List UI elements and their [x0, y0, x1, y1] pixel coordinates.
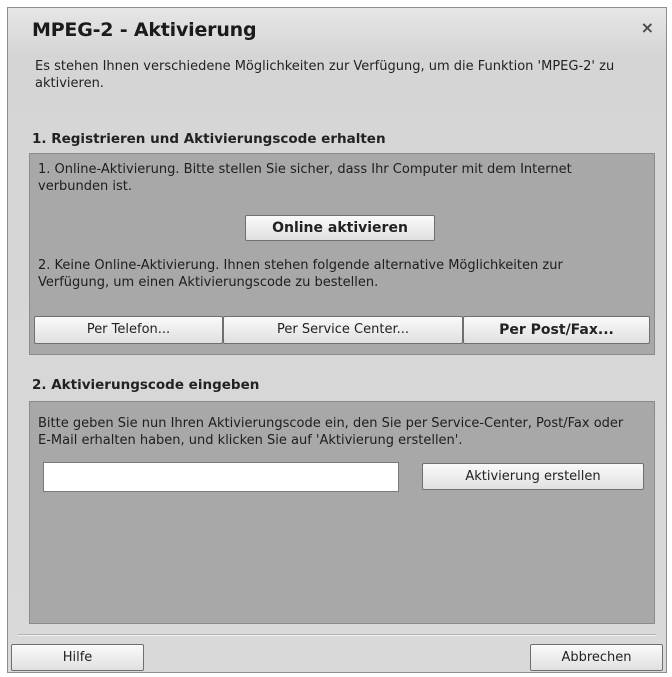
section1-heading: 1. Registrieren und Aktivierungscode erh… — [32, 131, 386, 147]
section2-heading: 2. Aktivierungscode eingeben — [32, 377, 260, 393]
activation-dialog: MPEG-2 - Aktivierung × Es stehen Ihnen v… — [7, 7, 667, 673]
code-entry-panel: Bitte geben Sie nun Ihren Aktivierungsco… — [29, 401, 655, 624]
online-activation-text: 1. Online-Aktivierung. Bitte stellen Sie… — [38, 162, 572, 194]
post-fax-option-button[interactable]: Per Post/Fax... — [463, 316, 650, 344]
create-activation-button[interactable]: Aktivierung erstellen — [422, 463, 644, 490]
close-icon[interactable]: × — [641, 20, 654, 36]
online-activate-button[interactable]: Online aktivieren — [245, 215, 435, 241]
activation-code-input[interactable] — [43, 462, 399, 492]
offline-activation-text: 2. Keine Online-Aktivierung. Ihnen stehe… — [38, 258, 563, 290]
intro-text: Es stehen Ihnen verschiedene Möglichkeit… — [35, 59, 615, 91]
footer-divider — [18, 634, 656, 636]
title-bar: MPEG-2 - Aktivierung × — [8, 8, 666, 52]
registration-panel: 1. Online-Aktivierung. Bitte stellen Sie… — [29, 153, 655, 355]
service-center-option-button[interactable]: Per Service Center... — [223, 316, 463, 344]
code-entry-text: Bitte geben Sie nun Ihren Aktivierungsco… — [38, 416, 624, 448]
cancel-button[interactable]: Abbrechen — [530, 644, 663, 671]
help-button[interactable]: Hilfe — [11, 644, 144, 671]
phone-option-button[interactable]: Per Telefon... — [34, 316, 223, 344]
dialog-title: MPEG-2 - Aktivierung — [32, 19, 257, 41]
